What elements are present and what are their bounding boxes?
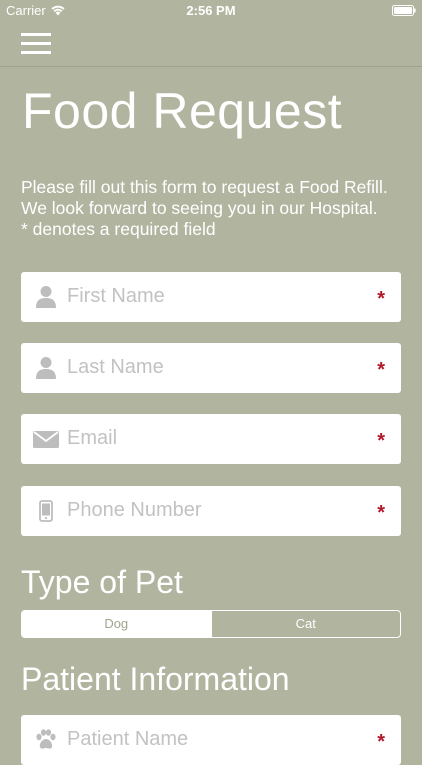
type-of-pet-title: Type of Pet <box>21 564 183 600</box>
required-indicator: * <box>377 502 385 524</box>
paw-icon <box>33 727 59 753</box>
battery-icon <box>392 5 416 16</box>
first-name-placeholder: First Name <box>67 285 165 307</box>
required-indicator: * <box>377 359 385 381</box>
required-indicator: * <box>377 288 385 310</box>
envelope-icon <box>33 426 59 452</box>
segment-cat[interactable]: Cat <box>210 611 401 637</box>
segment-dog[interactable]: Dog <box>22 611 211 637</box>
person-icon <box>33 284 59 310</box>
email-placeholder: Email <box>67 427 118 449</box>
intro-text: Please fill out this form to request a F… <box>21 177 401 240</box>
phone-icon <box>33 498 59 524</box>
patient-information-title: Patient Information <box>21 661 290 697</box>
status-bar: Carrier 2:56 PM <box>0 0 422 22</box>
phone-number-field[interactable]: Phone Number * <box>21 486 401 536</box>
required-indicator: * <box>377 430 385 452</box>
required-indicator: * <box>377 731 385 753</box>
last-name-placeholder: Last Name <box>67 356 164 378</box>
status-time: 2:56 PM <box>186 3 236 18</box>
pet-type-segmented-control: Dog Cat <box>21 610 401 638</box>
hamburger-menu-icon[interactable] <box>21 33 51 55</box>
last-name-field[interactable]: Last Name * <box>21 343 401 393</box>
email-field[interactable]: Email * <box>21 414 401 464</box>
intro-description: Please fill out this form to request a F… <box>21 177 388 218</box>
person-icon <box>33 355 59 381</box>
first-name-field[interactable]: First Name * <box>21 272 401 322</box>
page-title: Food Request <box>22 83 343 139</box>
navigation-bar <box>0 22 422 67</box>
patient-name-placeholder: Patient Name <box>67 728 189 750</box>
phone-number-placeholder: Phone Number <box>67 499 202 521</box>
patient-name-field[interactable]: Patient Name * <box>21 715 401 765</box>
required-note: * denotes a required field <box>21 219 216 239</box>
